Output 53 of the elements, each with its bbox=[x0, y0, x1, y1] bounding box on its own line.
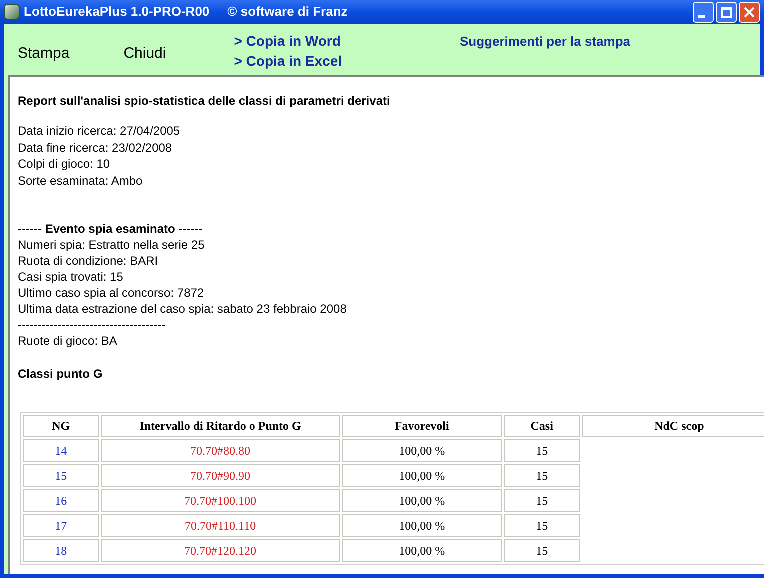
column-header: NdC scop bbox=[582, 415, 764, 437]
close-icon bbox=[744, 6, 755, 18]
table-cell: 15 bbox=[504, 439, 580, 462]
report-line: Ultimo caso spia al concorso: 7872 bbox=[18, 285, 204, 301]
table-cell: 100,00 % bbox=[342, 464, 502, 487]
column-header: NG bbox=[23, 415, 100, 437]
table-cell: 100,00 % bbox=[342, 489, 502, 512]
report-title: Report sull'analisi spio-statistica delle classi di parametri derivati bbox=[18, 93, 392, 109]
table-cell: 70.70#90.90 bbox=[101, 464, 340, 487]
minimize-button[interactable] bbox=[693, 2, 714, 22]
table-cell: 15 bbox=[504, 464, 580, 487]
table-cell: 17 bbox=[23, 514, 100, 537]
table-cell: 18 bbox=[23, 539, 100, 562]
copy-link[interactable]: > Copia in Excel bbox=[234, 51, 342, 71]
window-subtitle: © software di Franz bbox=[228, 3, 348, 22]
report-line: Data fine ricerca: 23/02/2008 bbox=[18, 140, 172, 156]
report-line: Colpi di gioco: 10 bbox=[18, 156, 110, 172]
table-cell: 70.70#120.120 bbox=[101, 539, 340, 562]
report-line: Casi spia trovati: 15 bbox=[18, 269, 124, 285]
table-cell: 70.70#80.80 bbox=[101, 439, 340, 462]
report-line: Data inizio ricerca: 27/04/2005 bbox=[18, 123, 180, 140]
close-report-button[interactable]: Chiudi bbox=[124, 43, 166, 66]
minimize-icon bbox=[698, 14, 705, 18]
table-cell: 15 bbox=[504, 539, 580, 562]
table-cell: 16 bbox=[23, 489, 100, 512]
section-title: Classi punto G bbox=[18, 366, 103, 382]
app-icon bbox=[4, 4, 20, 20]
maximize-icon bbox=[721, 6, 732, 18]
report-line: Ultima data estrazione del caso spia: sabato 23 febbraio 2008 bbox=[18, 301, 347, 317]
table-cell: 70.70#100.100 bbox=[101, 489, 340, 512]
column-header: Intervallo di Ritardo o Punto G bbox=[101, 415, 340, 437]
table-cell: 100,00 % bbox=[342, 439, 502, 462]
print-button[interactable]: Stampa bbox=[18, 43, 70, 66]
report-line: Ruote di gioco: BA bbox=[18, 333, 118, 349]
print-tips-link[interactable]: Suggerimenti per la stampa bbox=[460, 32, 630, 52]
table-cell: 100,00 % bbox=[342, 539, 502, 562]
report-line: Numeri spia: Estratto nella serie 25 bbox=[18, 237, 205, 253]
section-heading: ------ Evento spia esaminato ------ bbox=[18, 221, 203, 237]
separator-line: ------------------------------------- bbox=[18, 317, 166, 333]
table-cell: 15 bbox=[23, 464, 100, 487]
close-button[interactable] bbox=[739, 2, 760, 22]
copy-link[interactable]: > Copia in Word bbox=[234, 31, 342, 51]
column-header: Favorevoli bbox=[342, 415, 502, 437]
report-line: Ruota di condizione: BARI bbox=[18, 253, 158, 269]
column-header: Casi bbox=[504, 415, 580, 437]
table-cell: 100,00 % bbox=[342, 514, 502, 537]
table-cell: 15 bbox=[504, 514, 580, 537]
table-cell: 14 bbox=[23, 439, 100, 462]
report-line: Sorte esaminata: Ambo bbox=[18, 172, 143, 189]
table-cell: 70.70#110.110 bbox=[101, 514, 340, 537]
table-cell: 15 bbox=[504, 489, 580, 512]
maximize-button[interactable] bbox=[716, 2, 737, 22]
window-title: LottoEurekaPlus 1.0-PRO-R00 bbox=[24, 3, 210, 22]
